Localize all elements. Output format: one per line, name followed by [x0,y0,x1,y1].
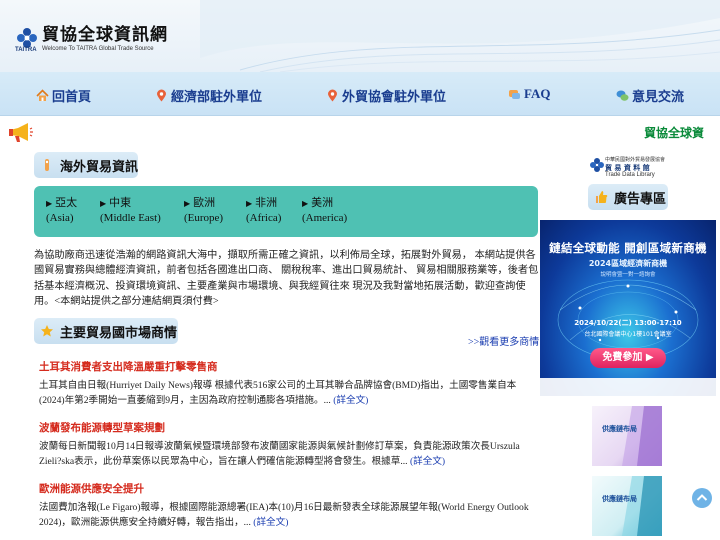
nav-label-faq: FAQ [524,86,551,101]
faq-icon [509,89,520,99]
tdl-english-title: Trade Data Library [605,172,655,178]
publication-cover-art [622,406,662,466]
publication-cover[interactable]: 供應鏈布局 [592,476,662,536]
home-icon [36,89,49,101]
overseas-trade-heading: 海外貿易資訊 [34,152,138,178]
news-item: 波蘭發布能源轉型草案規劃 波蘭每日新聞報10月14日報導波蘭氣候暨環境部發布波蘭… [39,420,539,469]
news-summary: 波蘭每日新聞報10月14日報導波蘭氣候暨環境部發布波蘭國家能源與氣候計劃修訂草案… [39,441,520,467]
banner-sponsor-strip [540,378,716,396]
markets-title: 主要貿易國市場商情 [60,325,178,341]
nav-item-moea-offices[interactable]: 經濟部駐外單位 [155,86,262,105]
nav-item-home[interactable]: 回首頁 [36,86,91,105]
location-pin-icon [157,89,166,102]
chevron-up-icon [696,494,708,501]
event-banner-ad[interactable]: 鏈結全球動能 開創區域新商機 2024區域經濟新商機 說明會暨一對一諮詢會 20… [540,220,716,396]
free-register-button[interactable]: 免費參加 ▶ [590,348,666,368]
region-selector: ▶ 亞太 (Asia) ▶ 中東 (Middle East) ▶ 歐洲 (Europe… [34,186,538,237]
publication-title: 供應鏈布局 [602,495,637,503]
region-link-africa[interactable]: ▶ 非洲 (Africa) [246,196,281,225]
overseas-trade-title: 海外貿易資訊 [60,159,139,175]
read-more-link[interactable]: (詳全文) [333,395,368,406]
marquee-text[interactable]: 貿協全球資 [644,124,704,141]
nav-item-feedback[interactable]: 意見交流 [616,86,684,105]
news-title[interactable]: 波蘭發布能源轉型草案規劃 [39,420,539,435]
region-link-europe[interactable]: ▶ 歐洲 (Europe) [184,196,223,225]
chat-bubbles-icon [616,90,629,101]
header-wave-decoration [200,0,720,72]
region-link-asia[interactable]: ▶ 亞太 (Asia) [46,196,77,225]
nav-label-taitra-offices: 外貿協會駐外單位 [342,89,447,104]
site-title: 貿協全球資訊網 [42,25,168,45]
ad-section-title: 廣告專區 [614,191,667,207]
news-title[interactable]: 土耳其消費者支出降溫嚴重打擊零售商 [39,359,539,374]
publication-cover-art [622,476,662,536]
nav-label-home: 回首頁 [52,89,92,104]
info-icon [45,159,49,171]
taitra-wordmark: TAITRA [15,47,37,53]
read-more-link[interactable]: (詳全文) [410,456,445,467]
news-summary: 法國費加洛報(Le Figaro)報導，根據國際能源總署(IEA)本(10)月1… [39,502,529,528]
banner-title: 鏈結全球動能 開創區域新商機 [549,241,707,255]
back-to-top-button[interactable] [692,488,712,508]
star-icon [41,325,53,337]
news-summary: 土耳其自由日報(Hurriyet Daily News)報導 根據代表516家公… [39,380,517,406]
nav-label-moea-offices: 經濟部駐外單位 [171,89,263,104]
nav-label-feedback: 意見交流 [632,89,685,104]
location-pin-icon [328,89,337,102]
markets-heading: 主要貿易國市場商情 [34,318,178,344]
announcement-marquee: 貿協全球資 [0,118,720,148]
news-title[interactable]: 歐洲能源供應安全提升 [39,481,539,496]
ad-section-heading: 廣告專區 [588,184,668,210]
thumbs-up-icon [596,191,608,203]
megaphone-icon [9,123,33,142]
tdl-org-name: 中華民國對外貿易發展協會 [605,157,666,163]
more-news-link[interactable]: >>觀看更多商情 [468,333,539,348]
site-subtitle: Welcome To TAITRA Global Trade Source [42,46,154,52]
region-link-america[interactable]: ▶ 美洲 (America) [302,196,347,225]
region-link-middle-east[interactable]: ▶ 中東 (Middle East) [100,196,161,225]
publication-cover[interactable]: 供應鏈布局 [592,406,662,466]
site-header: 貿協全球資訊網 Welcome To TAITRA Global Trade S… [0,0,720,72]
banner-subtitle: 2024區域經濟新商機 [588,259,668,268]
news-item: 土耳其消費者支出降溫嚴重打擊零售商 土耳其自由日報(Hurriyet Daily… [39,359,539,408]
main-nav: 回首頁 經濟部駐外單位 外貿協會駐外單位 FAQ 意見交流 [0,72,720,116]
publication-title: 供應鏈布局 [602,425,637,433]
nav-item-faq[interactable]: FAQ [508,86,550,102]
banner-subtitle-secondary: 說明會暨一對一諮詢會 [600,272,656,278]
intro-paragraph: 為協助廠商迅速從浩瀚的網路資訊大海中，擷取所需正確之資訊，以利佈局全球，拓展對外… [34,250,539,307]
site-logo[interactable]: 貿協全球資訊網 Welcome To TAITRA Global Trade S… [16,26,168,52]
banner-date: 2024/10/22(二) 13:00-17:10 [574,319,682,327]
read-more-link[interactable]: (詳全文) [253,517,288,528]
banner-venue: 台北國際會議中心1樓101會議室 [584,331,672,338]
news-item: 歐洲能源供應安全提升 法國費加洛報(Le Figaro)報導，根據國際能源總署(… [39,481,539,530]
nav-item-taitra-offices[interactable]: 外貿協會駐外單位 [326,86,446,105]
